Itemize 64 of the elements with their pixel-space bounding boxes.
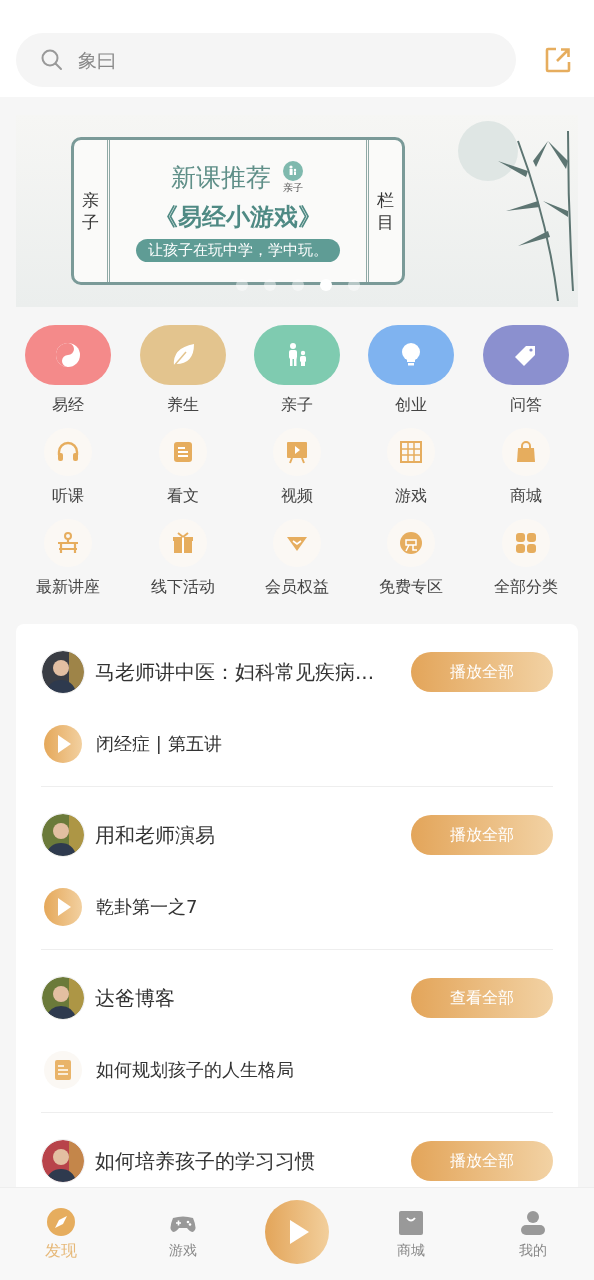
category-label: 养生 — [166, 395, 199, 416]
nav-tab[interactable]: 我的 — [493, 1208, 573, 1260]
shortcut-button[interactable]: 视频 — [239, 428, 355, 507]
shortcut-label: 免费专区 — [379, 577, 444, 598]
shortcut-button[interactable]: 免费专区 — [354, 519, 469, 598]
category-label: 易经 — [52, 395, 85, 416]
carousel-dot[interactable] — [236, 279, 248, 291]
shortcut-button[interactable]: 最新讲座 — [11, 519, 126, 598]
banner-title: 新课推荐 — [171, 161, 271, 194]
shortcut-button[interactable]: 游戏 — [354, 428, 469, 507]
nav-tab[interactable]: 游戏 — [143, 1208, 223, 1260]
shortcut-label: 会员权益 — [265, 577, 329, 598]
shortcut-label: 商城 — [509, 486, 542, 507]
side-label: 栏目 — [366, 140, 402, 282]
search-field[interactable]: 象曰 — [16, 33, 516, 87]
shortcut-icon — [284, 439, 310, 465]
shortcut-label: 听课 — [52, 486, 85, 507]
shortcut-label: 全部分类 — [493, 577, 558, 598]
carousel-dot[interactable] — [348, 279, 360, 291]
category-button[interactable]: 创业 — [354, 325, 469, 416]
family-icon — [281, 160, 305, 181]
shortcut-button[interactable]: 会员权益 — [239, 519, 355, 598]
slogan-pill: 让孩子在玩中学，学中玩。 — [136, 238, 340, 262]
shortcut-icon — [398, 530, 425, 556]
shortcut-label: 最新讲座 — [36, 577, 101, 598]
shortcut-label: 游戏 — [395, 486, 428, 507]
nav-tab[interactable]: 商城 — [371, 1208, 451, 1260]
tab-icon — [46, 1206, 76, 1237]
series-title[interactable]: 用和老师演易 — [95, 821, 401, 849]
document-icon[interactable] — [43, 1050, 83, 1090]
episode-title[interactable]: 如何规划孩子的人生格局 — [96, 1058, 294, 1082]
category-label: 创业 — [395, 395, 428, 416]
badge-label: 亲子 — [283, 180, 303, 195]
category-button[interactable]: 问答 — [468, 325, 583, 416]
category-button[interactable]: 养生 — [125, 325, 240, 416]
banner-headline: 《易经小游戏》 — [154, 201, 322, 233]
play-button[interactable] — [265, 1200, 329, 1264]
play-icon[interactable] — [43, 887, 83, 927]
carousel-dot[interactable] — [264, 279, 276, 291]
series-title[interactable]: 如何培养孩子的学习习惯 — [95, 1147, 401, 1175]
search-icon — [40, 48, 64, 72]
shortcut-label: 看文 — [166, 486, 199, 507]
category-label: 问答 — [509, 395, 542, 416]
shortcut-button[interactable]: 看文 — [125, 428, 240, 507]
series-title[interactable]: 马老师讲中医：妇科常见疾病... — [95, 658, 401, 686]
tab-icon — [518, 1208, 548, 1238]
share-icon[interactable] — [544, 46, 572, 74]
shortcut-icon — [398, 439, 425, 465]
episode-title[interactable]: 闭经症 | 第五讲 — [96, 732, 222, 756]
play-icon[interactable] — [43, 724, 83, 764]
category-button[interactable]: 亲子 — [239, 325, 355, 416]
series-title[interactable]: 达爸博客 — [95, 984, 401, 1012]
shortcut-button[interactable]: 商城 — [468, 428, 583, 507]
episode-title[interactable]: 乾卦第一之7 — [96, 895, 198, 919]
carousel-dot[interactable] — [292, 279, 304, 291]
side-label: 亲子 — [74, 140, 110, 282]
shortcut-label: 线下活动 — [150, 577, 215, 598]
category-button[interactable]: 易经 — [11, 325, 126, 416]
tab-icon — [396, 1208, 426, 1238]
shortcut-button[interactable]: 全部分类 — [468, 519, 583, 598]
shortcut-button[interactable]: 听课 — [11, 428, 126, 507]
shortcut-button[interactable]: 线下活动 — [125, 519, 240, 598]
category-label: 亲子 — [281, 395, 313, 416]
shortcut-label: 视频 — [281, 486, 313, 507]
